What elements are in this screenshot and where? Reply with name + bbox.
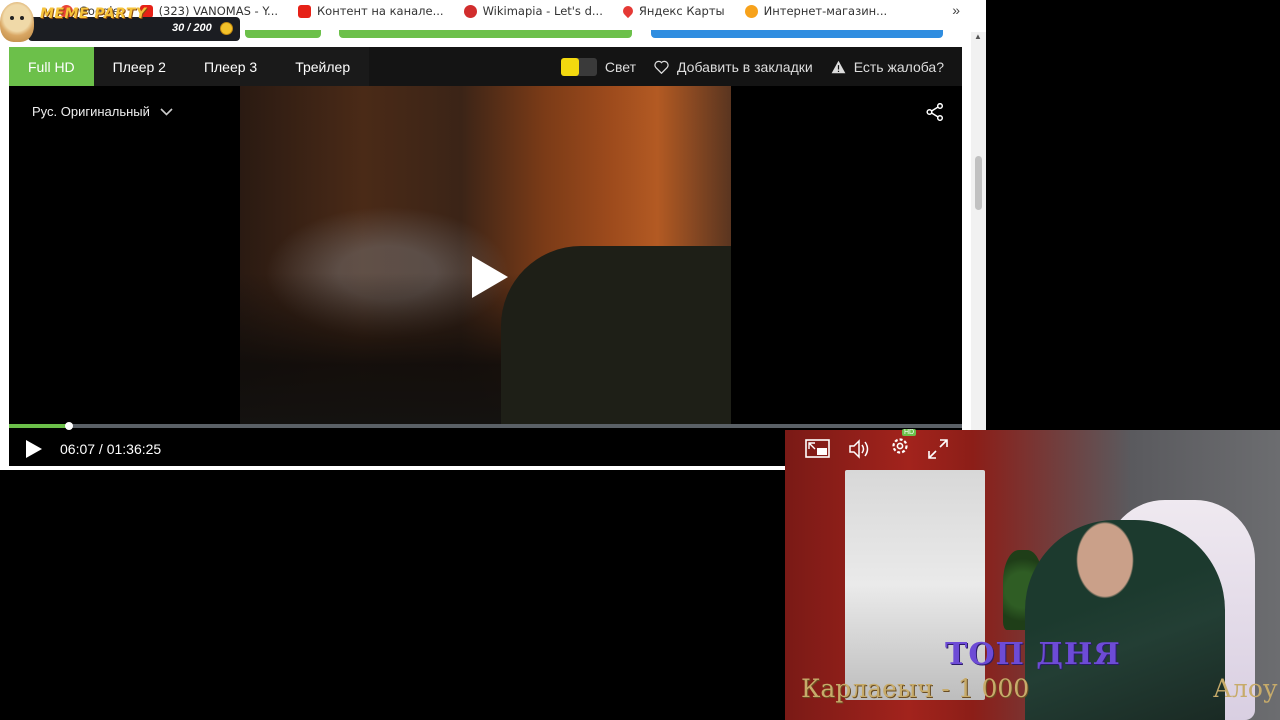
scroll-up-icon[interactable]: ▲ — [974, 32, 982, 41]
gear-icon — [892, 438, 908, 454]
picture-in-picture-icon[interactable] — [805, 439, 830, 458]
audio-track-select[interactable]: Рус. Оригинальный — [32, 104, 173, 119]
heart-icon — [654, 60, 669, 74]
bookmark-label: Интернет-магазин... — [763, 4, 888, 18]
bookmark-label: Контент на канале... — [317, 4, 444, 18]
coin-icon — [220, 22, 233, 35]
bookmark-label: Яндекс Карты — [638, 4, 725, 18]
bookmark-youtube-studio[interactable]: Контент на канале... — [298, 4, 444, 18]
youtube-studio-icon — [298, 4, 312, 18]
page-scrollbar[interactable]: ▲ ▼ — [971, 32, 986, 470]
webcam-streamer — [1025, 520, 1225, 720]
site-header-strip — [651, 30, 943, 38]
player-tabs-bar: Full HD Плеер 2 Плеер 3 Трейлер Свет Доб… — [9, 47, 962, 86]
video-player: Full HD Плеер 2 Плеер 3 Трейлер Свет Доб… — [9, 47, 962, 469]
site-header-strip — [245, 30, 321, 38]
video-scene-shape — [501, 246, 731, 426]
webcam-overlay: ТОП ДНЯ Карлаеыч - 1 000 Алоу — [785, 430, 1280, 720]
settings-button[interactable]: HD — [890, 429, 917, 461]
meme-party-widget: MEME PARTY 30 / 200 — [0, 0, 240, 42]
bookmarks-overflow-icon[interactable]: » — [952, 2, 960, 18]
report-button[interactable]: Есть жалоба? — [831, 59, 944, 75]
bookmark-label: Wikimapia - Let's d... — [482, 4, 603, 18]
volume-icon[interactable] — [848, 438, 872, 459]
meme-party-title: MEME PARTY — [40, 6, 147, 22]
chevron-down-icon — [160, 107, 173, 116]
player-controls: 06:07 / 01:36:25 HD — [9, 428, 962, 469]
light-toggle[interactable]: Свет — [560, 57, 637, 76]
top-donor-line: Карлаеыч - 1 000 — [801, 674, 1030, 703]
light-label: Свет — [604, 58, 637, 75]
top-donor-line-right: Алоу — [1213, 674, 1278, 703]
big-play-icon[interactable] — [471, 255, 509, 299]
top-of-day-title: ТОП ДНЯ — [945, 637, 1121, 672]
fullscreen-icon[interactable] — [928, 438, 948, 459]
doge-icon — [0, 2, 34, 42]
bookmark-wikimapia[interactable]: Wikimapia - Let's d... — [463, 4, 603, 18]
tab-full-hd[interactable]: Full HD — [9, 47, 94, 86]
tab-player-2[interactable]: Плеер 2 — [93, 47, 185, 86]
add-bookmark-label: Добавить в закладки — [677, 58, 813, 75]
wikimapia-icon — [463, 4, 477, 18]
time-display: 06:07 / 01:36:25 — [60, 440, 162, 457]
tab-player-3[interactable]: Плеер 3 — [184, 47, 277, 86]
map-pin-icon — [620, 3, 635, 19]
video-area[interactable]: Рус. Оригинальный — [9, 86, 962, 426]
bookmark-shop[interactable]: Интернет-магазин... — [744, 4, 888, 18]
site-header-strip — [339, 30, 632, 38]
bookmark-yandex-maps[interactable]: Яндекс Карты — [620, 3, 725, 19]
meme-party-count: 30 / 200 — [172, 22, 212, 34]
hd-badge: HD — [902, 429, 917, 436]
play-icon[interactable] — [25, 439, 43, 459]
warning-icon — [831, 60, 846, 73]
audio-track-label: Рус. Оригинальный — [32, 104, 150, 119]
scroll-thumb[interactable] — [975, 156, 982, 210]
tab-trailer[interactable]: Трейлер — [276, 47, 370, 86]
shop-icon — [744, 4, 758, 18]
add-bookmark-button[interactable]: Добавить в закладки — [654, 59, 813, 75]
share-icon[interactable] — [926, 103, 944, 121]
report-label: Есть жалоба? — [853, 58, 944, 75]
light-switch[interactable] — [560, 57, 597, 76]
